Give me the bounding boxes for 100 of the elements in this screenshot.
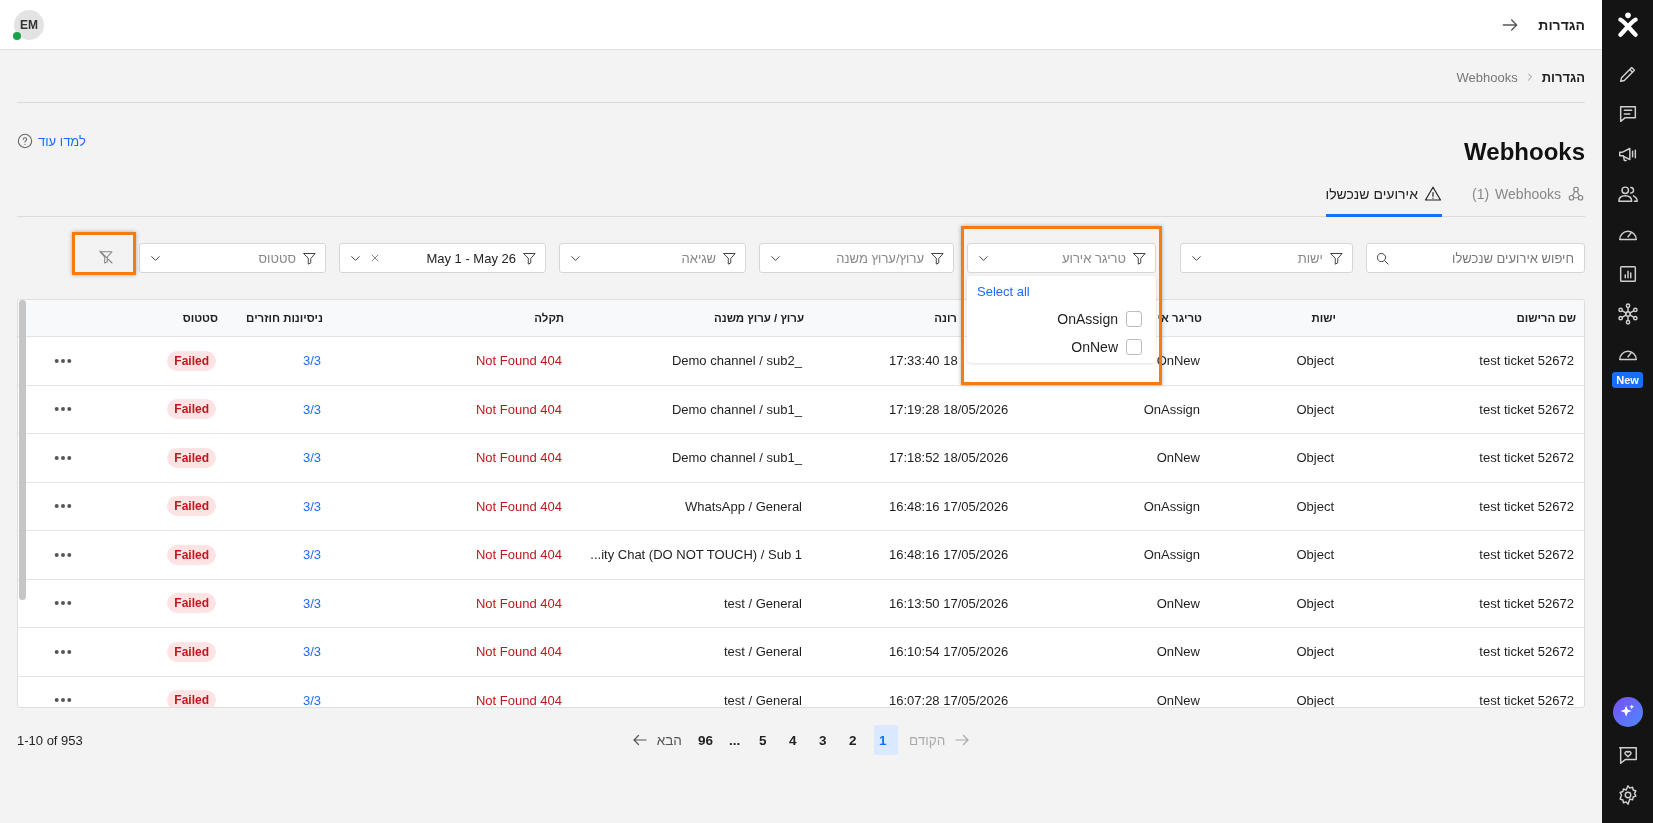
filter-dropdown[interactable]: טריגר אירוע xyxy=(967,243,1156,273)
table-cell-text: 16:48:16 17/05/2026 xyxy=(889,547,1010,563)
scrollbar[interactable] xyxy=(19,300,26,600)
table-cell: Object xyxy=(1296,450,1334,466)
column-header: ישות xyxy=(1311,312,1336,324)
error-text: Not Found 404 xyxy=(476,353,562,369)
retries-link[interactable]: 3/3 xyxy=(302,595,321,611)
more-icon[interactable] xyxy=(54,697,72,704)
table-cell: Demo channel / sub1_ xyxy=(671,450,802,466)
column-header: סטטוס xyxy=(182,312,218,324)
tab[interactable]: (1) Webhooks xyxy=(1471,178,1585,217)
next-button[interactable]: הבא xyxy=(625,725,687,755)
status-badge: Failed xyxy=(167,544,216,565)
retries-link[interactable]: 3/3 xyxy=(302,401,321,417)
filter-dropdown[interactable]: שגיאה xyxy=(559,243,746,273)
page-button[interactable]: 4 xyxy=(783,725,808,755)
table-cell: WhatsApp / General xyxy=(684,498,802,514)
filter-dropdown[interactable]: ערוץ/ערוץ משנה xyxy=(759,243,954,273)
page-button[interactable]: 5 xyxy=(753,725,778,755)
table-cell: ...ity Chat (DO NOT TOUCH) / Sub 1 xyxy=(590,547,802,563)
learn-more-link[interactable]: למדו עוד xyxy=(38,133,86,149)
retries-link[interactable]: 3/3 xyxy=(302,498,321,514)
table-cell: OnAssign xyxy=(1143,547,1200,563)
column-header: תקלה xyxy=(534,312,564,324)
table-cell: test ticket 52672 xyxy=(1479,692,1574,707)
tab[interactable]: אירועים שנכשלו xyxy=(1325,178,1442,217)
column-header: שם הרישום xyxy=(1516,312,1576,324)
more-icon[interactable] xyxy=(54,600,72,607)
table-cell: OnNew xyxy=(1156,595,1200,611)
avatar[interactable]: EM xyxy=(14,9,44,40)
page-button[interactable]: 1 xyxy=(873,725,898,755)
table-cell: test / General xyxy=(723,692,802,707)
clear-filters-icon[interactable] xyxy=(98,248,114,265)
table-cell: OnNew xyxy=(1156,644,1200,660)
clear-icon[interactable] xyxy=(369,252,381,264)
network-icon[interactable] xyxy=(1616,303,1639,325)
column-header: רונה xyxy=(934,312,957,324)
table-cell: Object xyxy=(1296,401,1334,417)
table-cell: Object xyxy=(1296,547,1334,563)
checkbox[interactable] xyxy=(1126,339,1142,355)
more-icon[interactable] xyxy=(54,503,72,510)
status-badge: Failed xyxy=(167,690,216,707)
error-text: Not Found 404 xyxy=(476,498,562,514)
status-badge: Failed xyxy=(167,496,216,517)
retries-link[interactable]: 3/3 xyxy=(302,644,321,660)
column-header: ניסיונות חוזרים xyxy=(246,312,323,324)
webhook-icon xyxy=(1567,185,1585,203)
page-button[interactable]: 96 xyxy=(692,725,718,755)
search-field[interactable]: חיפוש אירועים שנכשלו xyxy=(1366,243,1585,273)
table-cell-text: 16:48:16 17/05/2026 xyxy=(889,498,1010,514)
table-cell-text: 16:13:50 17/05/2026 xyxy=(889,595,1010,611)
table-cell: test ticket 52672 xyxy=(1479,595,1574,611)
error-text: Not Found 404 xyxy=(476,401,562,417)
table-cell: Object xyxy=(1296,692,1334,707)
page-button[interactable]: ... xyxy=(723,725,748,755)
retries-link[interactable]: 3/3 xyxy=(302,353,321,369)
retries-link[interactable]: 3/3 xyxy=(302,692,321,707)
error-text: Not Found 404 xyxy=(476,547,562,563)
breadcrumb-link[interactable]: הגדרות xyxy=(1541,69,1585,85)
checkbox[interactable] xyxy=(1126,311,1142,327)
settings-icon[interactable] xyxy=(1616,784,1639,806)
table-cell: Object xyxy=(1296,353,1334,369)
column-header: ערוץ / ערוץ משנה xyxy=(713,312,804,324)
option-label[interactable]: OnAssign xyxy=(1057,311,1118,327)
more-icon[interactable] xyxy=(54,454,72,461)
error-text: Not Found 404 xyxy=(476,644,562,660)
status-badge: Failed xyxy=(167,399,216,420)
breadcrumb-link[interactable]: Webhooks xyxy=(1456,69,1518,85)
more-icon[interactable] xyxy=(54,357,72,364)
filter-dropdown[interactable]: ישות xyxy=(1180,243,1353,273)
retries-link[interactable]: 3/3 xyxy=(302,547,321,563)
table-cell: test ticket 52672 xyxy=(1479,450,1574,466)
search-icon xyxy=(1375,251,1390,266)
people-icon[interactable] xyxy=(1616,183,1639,205)
sparkle-icon[interactable] xyxy=(1612,697,1643,727)
table-cell-text: 16:10:54 17/05/2026 xyxy=(889,644,1010,660)
table-cell: test ticket 52672 xyxy=(1479,353,1574,369)
page-button[interactable]: 2 xyxy=(843,725,868,755)
error-text: Not Found 404 xyxy=(476,692,562,707)
table-cell: Object xyxy=(1296,644,1334,660)
filter-dropdown[interactable]: סטטוס xyxy=(139,243,326,273)
status-badge: Failed xyxy=(167,593,216,614)
more-icon[interactable] xyxy=(54,551,72,558)
more-icon[interactable] xyxy=(54,648,72,655)
status-badge: Failed xyxy=(167,350,216,371)
table-cell: test ticket 52672 xyxy=(1479,644,1574,660)
filter-icon xyxy=(1329,250,1344,266)
filter-icon xyxy=(722,250,737,266)
more-icon[interactable] xyxy=(54,406,72,413)
table-cell: test ticket 52672 xyxy=(1479,498,1574,514)
filter-dropdown[interactable]: May 1 - May 26 xyxy=(339,243,546,273)
table-cell: test ticket 52672 xyxy=(1479,547,1574,563)
table-cell: OnNew xyxy=(1156,450,1200,466)
option-label[interactable]: OnNew xyxy=(1071,339,1118,355)
select-all-link[interactable]: Select all xyxy=(977,284,1030,299)
retries-link[interactable]: 3/3 xyxy=(302,450,321,466)
results-count: 1-10 of 953 xyxy=(17,732,83,748)
page-button[interactable]: 3 xyxy=(813,725,838,755)
filter-icon xyxy=(930,250,945,266)
heart-chat-icon[interactable] xyxy=(1616,744,1639,766)
